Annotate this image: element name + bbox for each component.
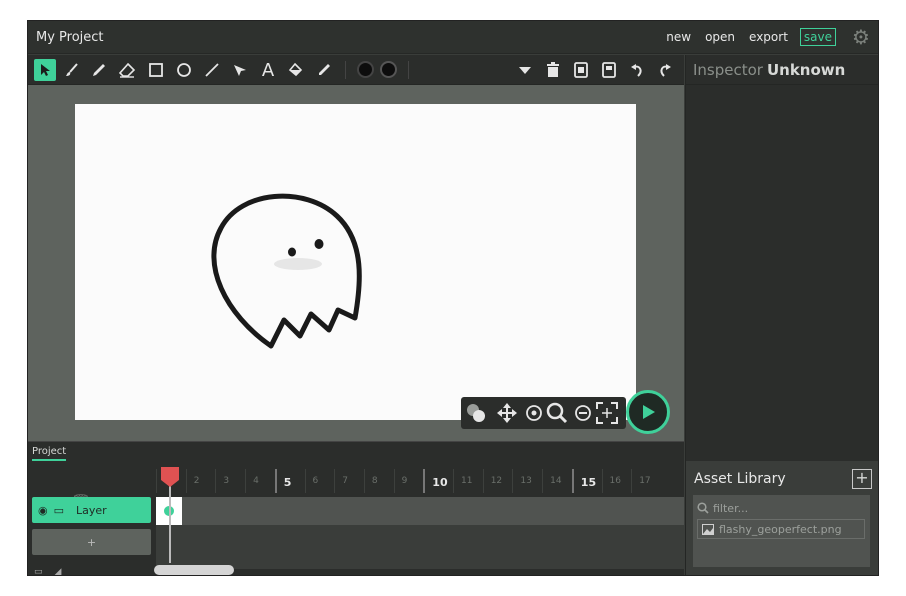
save-button[interactable]: save [799, 28, 836, 46]
frame-label[interactable]: 12 [482, 469, 512, 493]
add-layer-button[interactable]: + [32, 529, 151, 555]
frame-label[interactable]: 9 [393, 469, 423, 493]
frame-label[interactable]: 11 [453, 469, 482, 493]
redo-icon[interactable] [654, 59, 676, 81]
inspector-panel: Inspector Unknown [685, 55, 878, 461]
frame-label[interactable]: 16 [601, 469, 631, 493]
chevron-down-icon[interactable] [514, 59, 536, 81]
timeline-zoom-out-icon[interactable]: ▭ [34, 567, 43, 575]
image-icon [702, 523, 714, 535]
project-title: My Project [36, 30, 104, 45]
timeline-scrollbar[interactable] [154, 565, 234, 575]
path-edit-icon[interactable] [229, 59, 251, 81]
editor-window: My Project new open export save ⚙ A Insp… [27, 20, 879, 576]
gear-icon[interactable]: ⚙ [851, 27, 871, 47]
frame-label[interactable]: 13 [512, 469, 541, 493]
playhead-handle[interactable] [160, 467, 180, 487]
layer-frames-track[interactable] [156, 497, 684, 525]
stroke-color-swatch[interactable] [380, 61, 397, 78]
new-link[interactable]: new [664, 29, 693, 45]
file-menu: new open export save [664, 28, 836, 46]
open-link[interactable]: open [703, 29, 737, 45]
inspector-header: Inspector Unknown [686, 55, 878, 85]
stage-area [28, 85, 684, 441]
export-link[interactable]: export [747, 29, 790, 45]
filter-placeholder: filter... [713, 501, 749, 515]
view-controls [461, 397, 626, 429]
zoom-in-icon[interactable] [522, 401, 546, 425]
add-asset-button[interactable]: + [852, 469, 872, 489]
copy-icon[interactable] [570, 59, 592, 81]
asset-library-title: Asset Library [694, 471, 786, 487]
trash-icon[interactable] [542, 59, 564, 81]
inspector-label: Inspector [693, 61, 763, 79]
asset-library-panel: Asset Library + filter... flashy_geoperf… [685, 461, 878, 575]
empty-frames-track [156, 525, 684, 569]
rectangle-icon[interactable] [145, 59, 167, 81]
brush-icon[interactable] [61, 59, 83, 81]
toolbar-divider [408, 61, 409, 79]
layer-item[interactable]: ◉ ▭ Layer [32, 497, 151, 523]
asset-item[interactable]: flashy_geoperfect.png [697, 519, 865, 539]
frame-label[interactable]: 7 [334, 469, 363, 493]
tool-bar: A [28, 55, 684, 85]
play-icon [643, 405, 655, 419]
app-header: My Project new open export save ⚙ [28, 21, 878, 54]
fill-bucket-icon[interactable] [285, 59, 307, 81]
eraser-icon[interactable] [116, 59, 138, 81]
frame-label[interactable]: 3 [215, 469, 244, 493]
search-icon [697, 502, 709, 514]
zoom-out-icon[interactable] [571, 401, 595, 425]
frame-label[interactable]: 5 [274, 469, 304, 493]
asset-filter-input[interactable]: filter... [697, 499, 748, 517]
drawing-canvas[interactable] [75, 104, 636, 420]
layer-name: Layer [76, 503, 107, 517]
timeline-zoom: ▭ ◢ [34, 567, 62, 575]
circle-icon[interactable] [173, 59, 195, 81]
frame-label[interactable]: 2 [185, 469, 215, 493]
frame-label[interactable]: 17 [631, 469, 660, 493]
frame-label[interactable]: 4 [245, 469, 274, 493]
timeline-zoom-in-icon[interactable]: ◢ [55, 567, 62, 575]
frame-label[interactable]: 14 [542, 469, 571, 493]
eyedropper-icon[interactable] [313, 59, 335, 81]
asset-list: filter... flashy_geoperfect.png [693, 495, 870, 567]
zoom-search-icon[interactable] [545, 401, 569, 425]
lock-icon[interactable]: ▭ [54, 504, 64, 517]
inspector-selection: Unknown [766, 61, 846, 79]
ghost-drawing[interactable] [75, 104, 636, 420]
eye-icon[interactable]: ◉ [38, 504, 48, 517]
text-icon[interactable]: A [257, 59, 279, 81]
pan-icon[interactable] [495, 401, 519, 425]
cursor-icon[interactable] [34, 59, 56, 81]
fill-color-swatch[interactable] [357, 61, 374, 78]
play-button[interactable] [626, 390, 670, 434]
frame-label[interactable]: 8 [363, 469, 393, 493]
paste-icon[interactable] [598, 59, 620, 81]
undo-icon[interactable] [626, 59, 648, 81]
frame-ruler[interactable]: 🗑 ▤ ◇ 1234567891011121314151617 [28, 463, 684, 511]
frame-label[interactable]: 6 [304, 469, 334, 493]
onion-skin-icon[interactable] [464, 401, 488, 425]
asset-name: flashy_geoperfect.png [719, 522, 842, 536]
pencil-icon[interactable] [88, 59, 110, 81]
timeline-tabs: Project [28, 441, 684, 463]
frame-label[interactable]: 15 [571, 469, 601, 493]
toolbar-divider [345, 61, 346, 79]
frame-label[interactable]: 10 [423, 469, 452, 493]
fit-screen-icon[interactable] [595, 401, 619, 425]
tab-project[interactable]: Project [32, 446, 67, 461]
line-icon[interactable] [201, 59, 223, 81]
